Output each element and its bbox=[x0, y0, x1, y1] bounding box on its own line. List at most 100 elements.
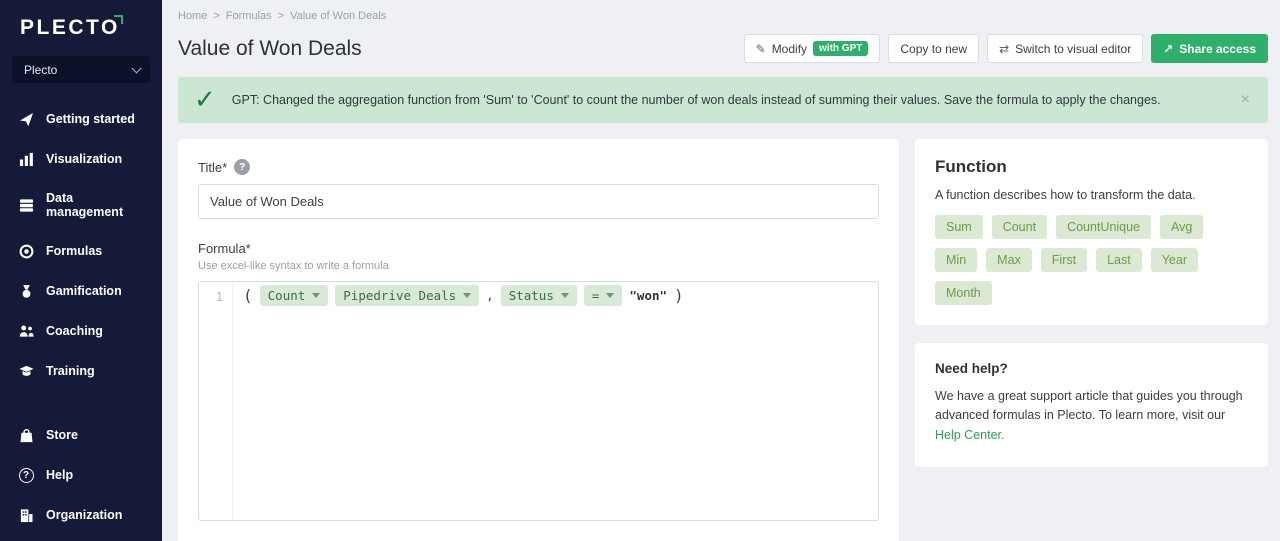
sidebar-item-organization[interactable]: Organization bbox=[0, 495, 162, 535]
sidebar: PLECTO Plecto Getting started Visualizat… bbox=[0, 0, 162, 541]
share-access-button[interactable]: ↗ Share access bbox=[1151, 34, 1268, 63]
function-pill-countunique[interactable]: CountUnique bbox=[1056, 215, 1151, 239]
with-gpt-badge: with GPT bbox=[813, 41, 868, 56]
open-paren: ( bbox=[243, 286, 253, 305]
sidebar-item-visualization[interactable]: Visualization bbox=[0, 139, 162, 179]
content-row: Title* ? Formula* Use excel-like syntax … bbox=[178, 139, 1268, 541]
organization-selector[interactable]: Plecto bbox=[12, 56, 150, 83]
modify-label: Modify bbox=[772, 42, 807, 56]
logo-accent-o: O bbox=[101, 16, 120, 39]
share-arrow-icon: ↗ bbox=[1163, 42, 1173, 56]
modify-with-gpt-button[interactable]: ✎ Modify with GPT bbox=[744, 34, 881, 63]
right-column: Function A function describes how to tra… bbox=[915, 139, 1268, 467]
swap-icon: ⇄ bbox=[999, 42, 1009, 56]
chevron-down-icon bbox=[312, 293, 320, 298]
function-panel-description: A function describes how to transform th… bbox=[935, 188, 1248, 202]
sidebar-item-label: Visualization bbox=[46, 152, 122, 166]
sidebar-item-getting-started[interactable]: Getting started bbox=[0, 99, 162, 139]
chevron-down-icon bbox=[606, 293, 614, 298]
formula-line: ( Count Pipedrive Deals , Status bbox=[233, 282, 694, 308]
function-pills: Sum Count CountUnique Avg Min Max First … bbox=[935, 215, 1248, 305]
sidebar-item-label: Formulas bbox=[46, 244, 102, 258]
function-pill-year[interactable]: Year bbox=[1151, 248, 1198, 272]
chevron-down-icon bbox=[132, 63, 142, 73]
shopping-bag-icon bbox=[18, 427, 34, 443]
string-literal: "won" bbox=[629, 288, 667, 303]
breadcrumb-home[interactable]: Home bbox=[178, 10, 207, 22]
chevron-down-icon bbox=[561, 293, 569, 298]
formula-hint: Use excel-like syntax to write a formula bbox=[198, 260, 879, 272]
bar-chart-icon bbox=[18, 151, 34, 167]
comma-separator: , bbox=[486, 288, 494, 303]
rocket-icon bbox=[18, 111, 34, 127]
formula-form-card: Title* ? Formula* Use excel-like syntax … bbox=[178, 139, 899, 541]
sidebar-item-coaching[interactable]: Coaching bbox=[0, 311, 162, 351]
sidebar-item-label: Coaching bbox=[46, 324, 103, 338]
page-header: Value of Won Deals ✎ Modify with GPT Cop… bbox=[178, 34, 1268, 63]
question-circle-icon: ? bbox=[18, 467, 34, 483]
function-pill-first[interactable]: First bbox=[1041, 248, 1087, 272]
title-field-label: Title* bbox=[198, 160, 227, 175]
organization-selector-label: Plecto bbox=[24, 63, 57, 77]
building-icon bbox=[18, 507, 34, 523]
sidebar-item-label: Organization bbox=[46, 508, 122, 522]
close-paren: ) bbox=[674, 286, 684, 305]
share-access-label: Share access bbox=[1179, 42, 1256, 56]
function-pill-avg[interactable]: Avg bbox=[1160, 215, 1203, 239]
function-pill-min[interactable]: Min bbox=[935, 248, 977, 272]
function-token-dropdown[interactable]: Count bbox=[260, 285, 329, 306]
function-panel: Function A function describes how to tra… bbox=[915, 139, 1268, 325]
need-help-title: Need help? bbox=[935, 361, 1248, 376]
check-icon: ✓ bbox=[194, 87, 216, 113]
plecto-logo: PLECTO bbox=[0, 0, 162, 52]
breadcrumb-current: Value of Won Deals bbox=[290, 10, 386, 22]
sidebar-item-training[interactable]: Training bbox=[0, 351, 162, 391]
function-pill-max[interactable]: Max bbox=[986, 248, 1032, 272]
sidebar-item-label: Help bbox=[46, 468, 73, 482]
editor-gutter: 1 bbox=[199, 282, 233, 520]
breadcrumb-formulas[interactable]: Formulas bbox=[226, 10, 272, 22]
function-pill-last[interactable]: Last bbox=[1096, 248, 1142, 272]
title-help-icon[interactable]: ? bbox=[234, 159, 250, 175]
sidebar-item-label: Gamification bbox=[46, 284, 122, 298]
function-token-label: Count bbox=[268, 288, 306, 303]
need-help-text: We have a great support article that gui… bbox=[935, 387, 1248, 445]
graduation-cap-icon bbox=[18, 363, 34, 379]
operator-token-label: = bbox=[592, 288, 600, 303]
page-title: Value of Won Deals bbox=[178, 37, 362, 61]
function-panel-title: Function bbox=[935, 157, 1248, 177]
data-source-token-dropdown[interactable]: Pipedrive Deals bbox=[335, 285, 479, 306]
operator-token-dropdown[interactable]: = bbox=[584, 285, 623, 306]
pencil-icon: ✎ bbox=[756, 42, 766, 56]
sidebar-item-label: Store bbox=[46, 428, 78, 442]
formula-field-label: Formula* bbox=[198, 241, 879, 256]
header-actions: ✎ Modify with GPT Copy to new ⇄ Switch t… bbox=[744, 34, 1268, 63]
title-input[interactable] bbox=[198, 184, 879, 219]
copy-to-new-label: Copy to new bbox=[900, 42, 967, 56]
banner-message: GPT: Changed the aggregation function fr… bbox=[232, 93, 1161, 107]
people-icon bbox=[18, 323, 34, 339]
function-pill-month[interactable]: Month bbox=[935, 281, 992, 305]
formula-editor[interactable]: 1 ( Count Pipedrive Deals , Status bbox=[198, 281, 879, 521]
breadcrumb-separator: > bbox=[213, 10, 219, 22]
sidebar-item-formulas[interactable]: Formulas bbox=[0, 231, 162, 271]
field-token-label: Status bbox=[509, 288, 554, 303]
sidebar-item-help[interactable]: ? Help bbox=[0, 455, 162, 495]
field-token-dropdown[interactable]: Status bbox=[501, 285, 577, 306]
function-pill-count[interactable]: Count bbox=[992, 215, 1047, 239]
copy-to-new-button[interactable]: Copy to new bbox=[888, 34, 979, 63]
close-icon[interactable]: × bbox=[1239, 91, 1252, 109]
database-icon bbox=[18, 197, 34, 213]
switch-to-visual-editor-button[interactable]: ⇄ Switch to visual editor bbox=[987, 34, 1143, 63]
sidebar-item-data-management[interactable]: Data management bbox=[0, 179, 162, 231]
function-pill-sum[interactable]: Sum bbox=[935, 215, 983, 239]
medal-icon bbox=[18, 283, 34, 299]
sidebar-item-gamification[interactable]: Gamification bbox=[0, 271, 162, 311]
sidebar-item-label: Getting started bbox=[46, 112, 135, 126]
main-area: Home > Formulas > Value of Won Deals Val… bbox=[162, 0, 1280, 541]
switch-label: Switch to visual editor bbox=[1015, 42, 1131, 56]
gpt-success-banner: ✓ GPT: Changed the aggregation function … bbox=[178, 77, 1268, 123]
sidebar-bottom-nav: Store ? Help Organization bbox=[0, 415, 162, 541]
sidebar-item-store[interactable]: Store bbox=[0, 415, 162, 455]
help-center-link[interactable]: Help Center. bbox=[935, 428, 1004, 442]
